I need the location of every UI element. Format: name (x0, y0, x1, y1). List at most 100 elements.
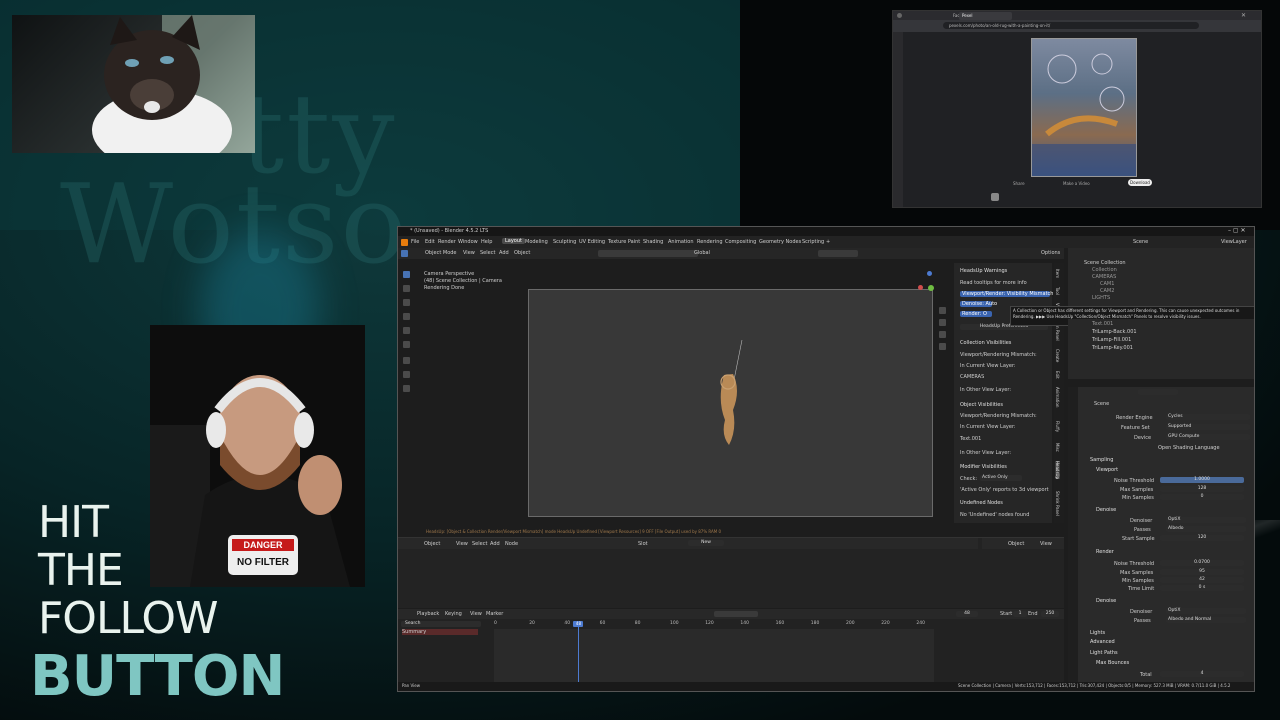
outliner-item-cameras[interactable]: CAMERAS (1092, 274, 1116, 280)
r-max-samples-field[interactable]: 95 (1160, 569, 1244, 575)
r-min-samples-field[interactable]: 42 (1160, 577, 1244, 583)
browser-video-label[interactable]: Make a Video (1063, 181, 1090, 186)
vp-noise-threshold-field[interactable]: 1.0000 (1160, 477, 1244, 483)
osl-checkbox[interactable]: Open Shading Language (1158, 445, 1220, 451)
headsup-viewport-render-mismatch[interactable]: Viewport/Render: Visibility Mismatch (960, 291, 1053, 297)
timeline-summary[interactable]: Summary (402, 629, 478, 635)
device-dropdown[interactable]: GPU Compute (1166, 434, 1250, 440)
current-frame-field[interactable]: 48 (956, 611, 978, 617)
object-visibilities-header[interactable]: Object Visibilities (960, 402, 1003, 408)
workspace-sculpting[interactable]: Sculpting (553, 239, 576, 245)
r-noise-threshold-field[interactable]: 0.0700 (1160, 560, 1244, 566)
sampling-header[interactable]: Sampling (1090, 457, 1113, 463)
timeline-playback-menu[interactable]: Playback (417, 611, 439, 617)
workspace-texture-paint[interactable]: Texture Paint (608, 239, 640, 245)
viewport-subheader[interactable]: Viewport (1096, 467, 1118, 473)
vp-max-samples-field[interactable]: 128 (1160, 486, 1244, 492)
select-tool-icon[interactable] (403, 271, 410, 278)
viewport-menu-select[interactable]: Select (480, 250, 495, 256)
max-bounces-header[interactable]: Max Bounces (1096, 660, 1129, 666)
move-tool-icon[interactable] (403, 299, 410, 306)
render-subheader[interactable]: Render (1096, 549, 1114, 555)
start-frame-field[interactable]: 1 (1013, 611, 1027, 617)
viewport-menu-object[interactable]: Object (514, 250, 530, 256)
workspace-uv-editing[interactable]: UV Editing (579, 239, 605, 245)
modifier-visibilities-header[interactable]: Modifier Visibilities (960, 464, 1007, 470)
light-paths-header[interactable]: Light Paths (1090, 650, 1118, 656)
timeline-keying-menu[interactable]: Keying (445, 611, 462, 617)
gizmo-z-icon[interactable] (927, 271, 932, 276)
playhead-frame-label[interactable]: 48 (573, 621, 584, 627)
render-engine-dropdown[interactable]: Cycles (1166, 414, 1250, 420)
sidebar-tab-fluffy[interactable]: Fluffy (1055, 421, 1060, 432)
timeline-playhead[interactable] (578, 621, 580, 685)
viewport-menu-add[interactable]: Add (499, 250, 509, 256)
sidebar-tab-animation[interactable]: Animation (1055, 387, 1060, 407)
viewport-tool-strip[interactable] (598, 250, 698, 257)
zoom-icon[interactable] (939, 307, 946, 314)
sidebar-tab-edit[interactable]: Edit (1055, 371, 1060, 379)
gizmo-y-icon[interactable] (928, 285, 934, 291)
r-denoiser-dropdown[interactable]: OptiX (1166, 608, 1246, 614)
transform-orientation[interactable]: Global (694, 250, 710, 256)
measure-tool-icon[interactable] (403, 371, 410, 378)
browser-download-button[interactable]: Download (1128, 179, 1152, 186)
timeline-marker-menu[interactable]: Marker (486, 611, 503, 617)
headsup-denoise[interactable]: Denoise: Auto (960, 301, 997, 307)
workspace-compositing[interactable]: Compositing (725, 239, 756, 245)
sidebar-tab-tool[interactable]: Tool (1055, 287, 1060, 295)
browser-dice-icon[interactable] (991, 193, 999, 201)
sidebar-tab-headsup[interactable]: HeadsUp (1055, 461, 1060, 480)
workspace-shading[interactable]: Shading (643, 239, 663, 245)
browser-tab-2[interactable]: Pexel (959, 12, 1012, 20)
collection-visibilities-header[interactable]: Collection Visibilities (960, 340, 1011, 346)
undefined-nodes-header[interactable]: Undefined Nodes (960, 500, 1003, 506)
dopesheet-area[interactable] (494, 629, 934, 683)
node-menu-node[interactable]: Node (505, 541, 518, 547)
scale-tool-icon[interactable] (403, 327, 410, 334)
timeline-ruler[interactable]: 0 20 40 60 80 100 120 140 160 180 200 220 240 (494, 621, 934, 629)
outliner-scene-collection[interactable]: Scene Collection (1084, 260, 1126, 266)
properties-tabs[interactable] (1068, 387, 1078, 687)
workspace-rendering[interactable]: Rendering (697, 239, 723, 245)
outliner-item-trilamp-fill[interactable]: TriLamp-Fill.001 (1092, 337, 1131, 343)
blender-logo-icon[interactable] (401, 239, 408, 246)
properties-search[interactable] (1138, 389, 1178, 395)
outliner-item-trilamp-back[interactable]: TriLamp-Back.001 (1092, 329, 1137, 335)
lights-header[interactable]: Lights (1090, 630, 1105, 636)
sidebar-tab-item[interactable]: Item (1055, 269, 1060, 278)
menu-window[interactable]: Window (458, 239, 478, 245)
browser-url-bar[interactable]: pexels.com/photo/an-old-rug-with-a-paint… (943, 22, 1199, 29)
options-dropdown[interactable]: Options (1041, 250, 1060, 256)
menu-edit[interactable]: Edit (425, 239, 435, 245)
collection-camera-item[interactable]: CAMERAS (960, 374, 984, 380)
menu-render[interactable]: Render (438, 239, 456, 245)
view-layer-selector[interactable]: ViewLayer (1221, 239, 1247, 245)
outliner-item-cam2[interactable]: CAM2 (1100, 288, 1114, 294)
node-slot-dropdown[interactable]: Slot (638, 541, 648, 547)
node-menu-select[interactable]: Select (472, 541, 487, 547)
sidebar-tab-misc[interactable]: Misc (1055, 443, 1060, 452)
outliner-item-collection[interactable]: Collection (1092, 267, 1117, 273)
browser-close-icon[interactable]: ✕ (1241, 12, 1246, 19)
sidebar-tab-create[interactable]: Create (1055, 349, 1060, 362)
node-menu-view[interactable]: View (456, 541, 468, 547)
window-controls[interactable]: – ▢ ✕ (1228, 227, 1246, 234)
sidebar-tab-shrink-panel[interactable]: Shrink Panel (1055, 491, 1060, 516)
rug-photo[interactable] (1031, 38, 1137, 177)
node-object-dropdown[interactable]: Object (424, 541, 440, 547)
workspace-layout[interactable]: Layout (502, 238, 525, 244)
small-node-object[interactable]: Object (1008, 541, 1024, 547)
end-frame-field[interactable]: 250 (1041, 611, 1059, 617)
total-bounces-field[interactable]: 4 (1160, 671, 1244, 677)
playback-controls[interactable] (714, 611, 758, 617)
outliner-item-trilamp-key[interactable]: TriLamp-Key.001 (1092, 345, 1133, 351)
gizmo-x-icon[interactable] (918, 285, 923, 290)
vp-passes-dropdown[interactable]: Albedo (1166, 526, 1246, 532)
lock-camera-icon[interactable] (939, 343, 946, 350)
feature-set-dropdown[interactable]: Supported (1166, 424, 1250, 430)
headsup-render[interactable]: Render: O (960, 311, 992, 317)
camera-view-frame[interactable] (528, 289, 933, 517)
annotate-tool-icon[interactable] (403, 357, 410, 364)
vp-denoise-checkbox[interactable]: Denoise (1096, 507, 1116, 513)
